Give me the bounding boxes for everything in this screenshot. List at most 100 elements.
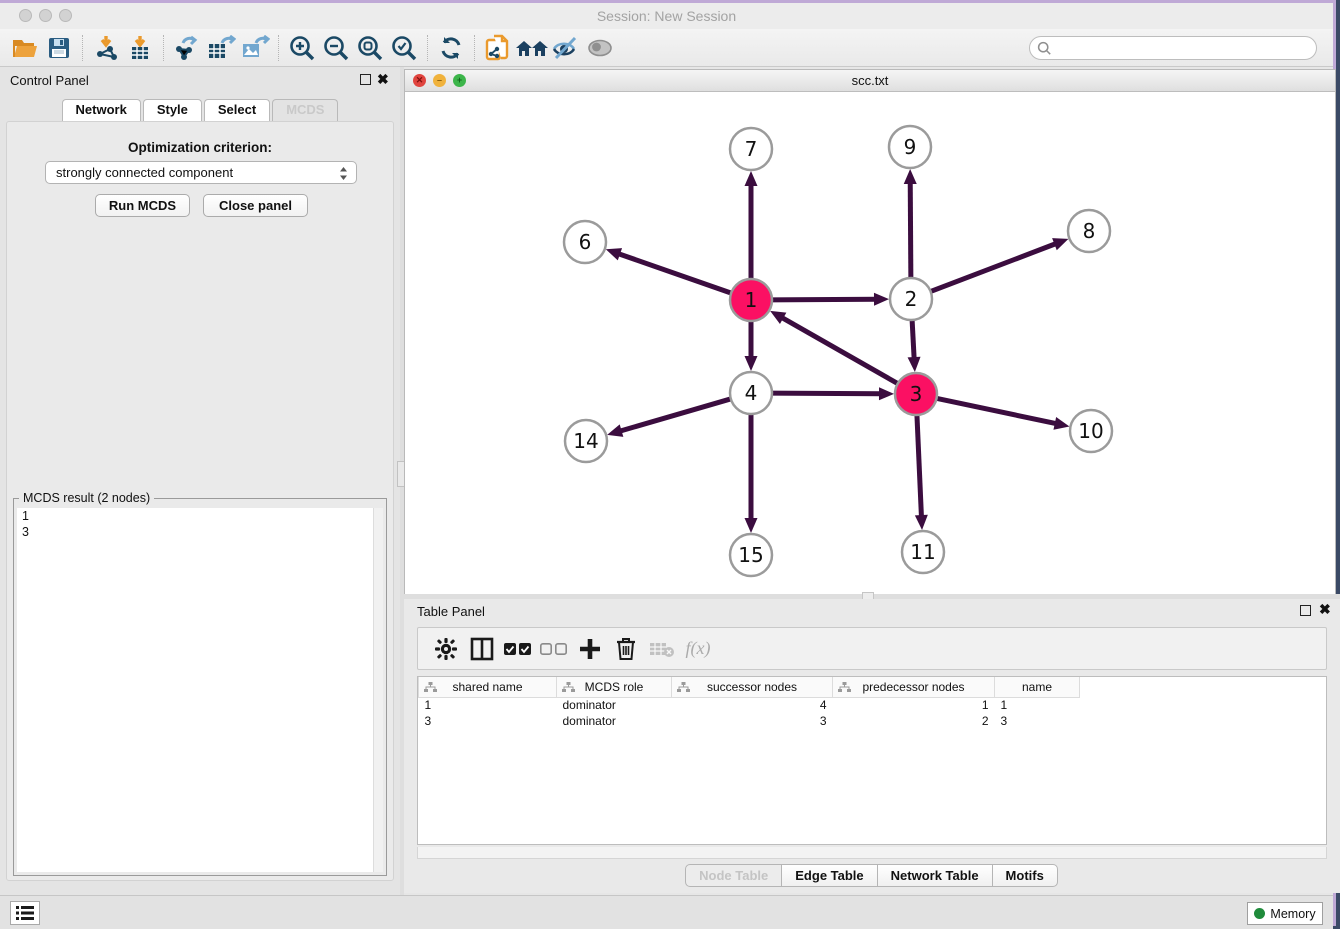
gear-icon[interactable] <box>428 634 464 664</box>
tab-style[interactable]: Style <box>143 99 202 121</box>
graph-edge-2-3[interactable] <box>912 318 914 360</box>
table-cell[interactable]: 3 <box>672 713 833 729</box>
result-item[interactable]: 3 <box>17 524 383 540</box>
window-title: Session: New Session <box>0 8 1333 24</box>
table-cell[interactable]: 2 <box>833 713 995 729</box>
graph-node-label: 4 <box>745 381 758 405</box>
toolbar-separator <box>163 35 164 61</box>
control-panel: Control Panel ✖ NetworkStyleSelectMCDS O… <box>0 67 400 895</box>
open-file-icon[interactable] <box>8 33 42 63</box>
memory-button[interactable]: Memory <box>1247 902 1323 925</box>
node-table[interactable]: shared name MCDS rolesuccessor nodesprede… <box>417 676 1327 845</box>
table-body: 1dominator4113dominator323 <box>419 697 1080 729</box>
app-window: Session: New Session <box>0 0 1336 926</box>
mcds-result-list[interactable]: 13 <box>17 508 383 872</box>
result-scrollbar[interactable] <box>373 508 383 872</box>
graph-node-label: 11 <box>910 540 935 564</box>
delete-column-icon[interactable] <box>608 634 644 664</box>
table-cell[interactable]: dominator <box>557 713 672 729</box>
memory-status-icon <box>1254 908 1265 919</box>
tab-network-table[interactable]: Network Table <box>877 864 993 887</box>
export-network-icon[interactable] <box>170 33 204 63</box>
select-all-icon[interactable] <box>500 634 536 664</box>
tab-network[interactable]: Network <box>62 99 141 121</box>
zoom-fit-icon[interactable] <box>353 33 387 63</box>
network-window-titlebar[interactable]: ✕ – + scc.txt <box>405 70 1335 92</box>
graph-node-label: 10 <box>1078 419 1103 443</box>
result-item[interactable]: 1 <box>17 508 383 524</box>
table-cell[interactable]: 4 <box>672 697 833 713</box>
graph-edge-arrow <box>745 171 758 186</box>
import-network-icon[interactable] <box>89 33 123 63</box>
mcds-result-groupbox: MCDS result (2 nodes) 13 <box>13 498 387 876</box>
clone-network-icon[interactable] <box>481 33 515 63</box>
graph-edge-2-8[interactable] <box>929 243 1057 292</box>
network-window-title: scc.txt <box>405 73 1335 88</box>
task-history-button[interactable] <box>10 901 40 925</box>
split-view-icon[interactable] <box>464 634 500 664</box>
network-graph[interactable]: 7968124314101511 <box>405 92 1335 594</box>
column-header-MCDS-role[interactable]: MCDS role <box>557 677 672 697</box>
eye-icon <box>583 33 617 63</box>
float-panel-icon[interactable] <box>360 74 371 85</box>
criterion-select[interactable]: strongly connected component <box>45 161 357 184</box>
graph-edge-3-1[interactable] <box>781 317 900 385</box>
column-header-successor-nodes[interactable]: successor nodes <box>672 677 833 697</box>
zoom-out-icon[interactable] <box>319 33 353 63</box>
network-canvas[interactable]: 7968124314101511 <box>405 92 1335 594</box>
table-header-row: shared name MCDS rolesuccessor nodesprede… <box>419 677 1080 697</box>
column-header-shared-name[interactable]: shared name <box>419 677 557 697</box>
table-cell[interactable]: 1 <box>419 697 557 713</box>
close-panel-icon[interactable]: ✖ <box>1319 601 1331 618</box>
graph-edge-2-9[interactable] <box>910 181 911 280</box>
graph-edge-arrow <box>915 515 928 530</box>
graph-edge-1-6[interactable] <box>617 253 733 294</box>
table-cell[interactable]: dominator <box>557 697 672 713</box>
refresh-icon[interactable] <box>434 33 468 63</box>
table-row[interactable]: 3dominator323 <box>419 713 1080 729</box>
search-input[interactable] <box>1029 36 1317 60</box>
tab-node-table[interactable]: Node Table <box>685 864 782 887</box>
add-column-icon[interactable] <box>572 634 608 664</box>
tab-motifs[interactable]: Motifs <box>992 864 1058 887</box>
tab-mcds[interactable]: MCDS <box>272 99 338 121</box>
column-label: shared name <box>452 680 522 694</box>
criterion-value: strongly connected component <box>56 165 233 180</box>
graph-edge-4-14[interactable] <box>619 398 733 431</box>
close-panel-button[interactable]: Close panel <box>203 194 308 217</box>
table-hscroll[interactable] <box>417 847 1327 859</box>
table-cell[interactable]: 1 <box>833 697 995 713</box>
table-row[interactable]: 1dominator411 <box>419 697 1080 713</box>
graph-edge-arrow <box>904 169 917 184</box>
graph-edge-arrow <box>606 248 622 260</box>
graph-edge-1-2[interactable] <box>770 299 877 300</box>
table-cell[interactable]: 3 <box>419 713 557 729</box>
graph-edge-arrow <box>879 387 894 400</box>
memory-label: Memory <box>1270 907 1315 921</box>
table-cell[interactable]: 3 <box>995 713 1080 729</box>
ndex-save-icon[interactable] <box>549 33 583 63</box>
graph-edge-3-10[interactable] <box>935 398 1058 424</box>
control-panel-header: Control Panel ✖ <box>0 67 400 95</box>
ndex-home-icon[interactable] <box>515 33 549 63</box>
zoom-selected-icon[interactable] <box>387 33 421 63</box>
close-panel-icon[interactable]: ✖ <box>377 71 389 88</box>
export-image-icon[interactable] <box>238 33 272 63</box>
zoom-in-icon[interactable] <box>285 33 319 63</box>
run-mcds-button[interactable]: Run MCDS <box>95 194 190 217</box>
deselect-all-icon[interactable] <box>536 634 572 664</box>
table-panel: Table Panel ✖ <box>404 599 1340 893</box>
float-panel-icon[interactable] <box>1300 605 1311 616</box>
save-session-icon[interactable] <box>42 33 76 63</box>
tab-select[interactable]: Select <box>204 99 270 121</box>
graph-edge-4-3[interactable] <box>770 393 882 394</box>
graph-node-label: 9 <box>904 135 917 159</box>
column-header-predecessor-nodes[interactable]: predecessor nodes <box>833 677 995 697</box>
table-cell[interactable]: 1 <box>995 697 1080 713</box>
import-table-icon[interactable] <box>123 33 157 63</box>
mcds-result-title: MCDS result (2 nodes) <box>19 491 154 505</box>
export-table-icon[interactable] <box>204 33 238 63</box>
tab-edge-table[interactable]: Edge Table <box>781 864 877 887</box>
column-header-name[interactable]: name <box>995 677 1080 697</box>
graph-edge-3-11[interactable] <box>917 413 922 518</box>
